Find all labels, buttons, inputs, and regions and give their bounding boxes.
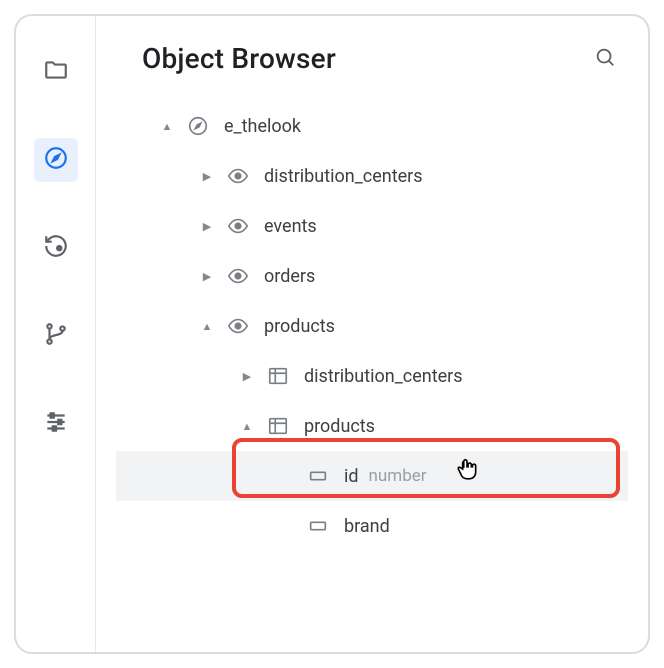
chevron-down-icon: ▲ xyxy=(200,320,214,333)
tree-node-field-id[interactable]: id number xyxy=(116,451,628,501)
field-icon xyxy=(306,464,330,488)
chevron-down-icon: ▲ xyxy=(160,120,174,133)
node-label: products xyxy=(304,416,375,437)
chevron-right-icon: ▶ xyxy=(200,220,214,233)
table-icon xyxy=(266,414,290,438)
rail-history[interactable] xyxy=(34,226,78,270)
node-label: distribution_centers xyxy=(264,166,423,187)
filter-icon xyxy=(43,409,69,439)
node-label: products xyxy=(264,316,335,337)
history-icon xyxy=(43,233,69,263)
tree-node-view-products[interactable]: ▲ products xyxy=(116,301,628,351)
eye-icon xyxy=(226,264,250,288)
eye-icon xyxy=(226,214,250,238)
compass-icon xyxy=(43,145,69,175)
compass-icon xyxy=(186,114,210,138)
tree-node-view[interactable]: ▶ events xyxy=(116,201,628,251)
eye-icon xyxy=(226,164,250,188)
branch-icon xyxy=(43,321,69,351)
node-label: events xyxy=(264,216,317,237)
search-icon xyxy=(594,46,616,72)
eye-icon xyxy=(226,314,250,338)
rail-compass[interactable] xyxy=(34,138,78,182)
main-pane: Object Browser ▲ e_thelook ▶ dist xyxy=(96,16,648,652)
rail-folder[interactable] xyxy=(34,50,78,94)
rail-filter[interactable] xyxy=(34,402,78,446)
side-rail xyxy=(16,16,96,652)
object-browser-panel: Object Browser ▲ e_thelook ▶ dist xyxy=(14,14,650,654)
header: Object Browser xyxy=(116,42,628,95)
chevron-down-icon: ▲ xyxy=(240,420,254,433)
tree-node-field-brand[interactable]: brand xyxy=(116,501,628,551)
tree-node-table-products[interactable]: ▲ products xyxy=(116,401,628,451)
table-icon xyxy=(266,364,290,388)
chevron-right-icon: ▶ xyxy=(200,270,214,283)
chevron-right-icon: ▶ xyxy=(200,170,214,183)
rail-branch[interactable] xyxy=(34,314,78,358)
node-type: number xyxy=(369,466,427,486)
chevron-right-icon: ▶ xyxy=(240,370,254,383)
node-label: e_thelook xyxy=(224,116,301,137)
search-button[interactable] xyxy=(594,46,616,72)
node-label: brand xyxy=(344,516,390,537)
tree-node-table[interactable]: ▶ distribution_centers xyxy=(116,351,628,401)
node-label: orders xyxy=(264,266,315,287)
folder-icon xyxy=(43,57,69,87)
page-title: Object Browser xyxy=(142,42,336,75)
tree-node-view[interactable]: ▶ distribution_centers xyxy=(116,151,628,201)
tree: ▲ e_thelook ▶ distribution_centers ▶ eve… xyxy=(116,95,628,652)
tree-node-model[interactable]: ▲ e_thelook xyxy=(116,101,628,151)
node-label: distribution_centers xyxy=(304,366,463,387)
field-icon xyxy=(306,514,330,538)
node-label: id xyxy=(344,466,359,487)
tree-node-view[interactable]: ▶ orders xyxy=(116,251,628,301)
